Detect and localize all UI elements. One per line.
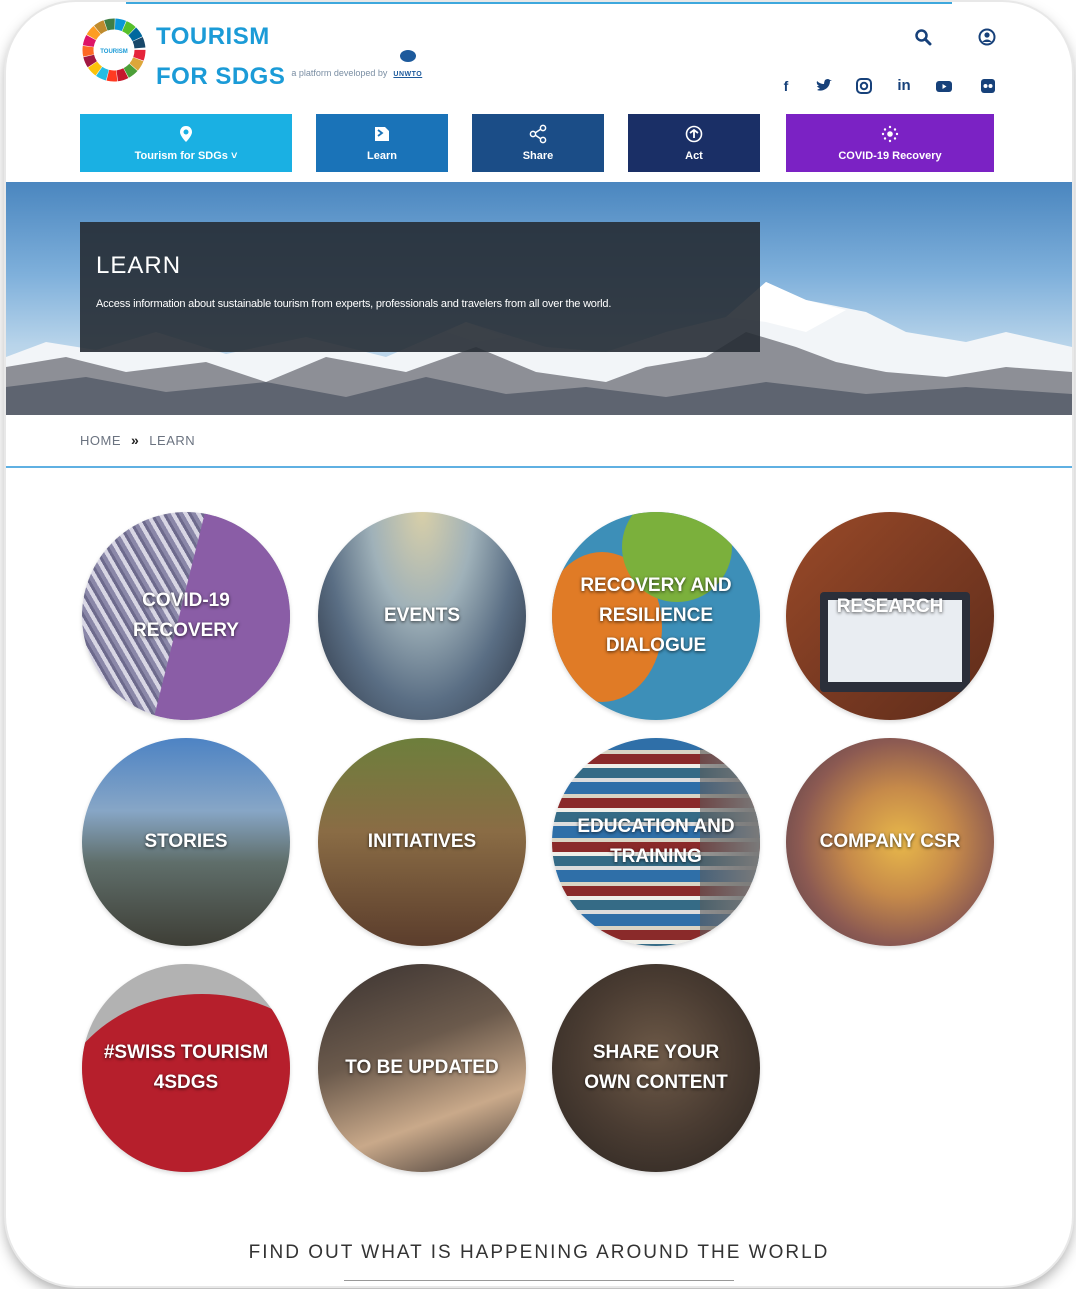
divider <box>344 1280 734 1281</box>
hero-subtitle: Access information about sustainable tou… <box>96 298 612 310</box>
top-accent-line <box>126 2 952 4</box>
breadcrumb-current: LEARN <box>149 432 196 448</box>
covid-icon <box>881 125 899 143</box>
brand-name[interactable]: TOURISM FOR SDGS a platform developed by… <box>156 24 422 90</box>
hero-banner: LEARN Access information about sustainab… <box>6 182 1072 415</box>
user-icon[interactable] <box>978 28 996 46</box>
tile-to-be-updated[interactable]: TO BE UPDATED <box>318 964 526 1172</box>
flickr-icon[interactable] <box>978 76 998 96</box>
unwto-label: UNWTO <box>393 71 423 78</box>
tile-label: SHARE YOUR OWN CONTENT <box>584 1042 728 1093</box>
nav-label: Share <box>522 150 554 162</box>
nav-label: Learn <box>367 150 397 162</box>
tile-label: STORIES <box>144 831 228 852</box>
twitter-icon[interactable] <box>814 76 834 96</box>
tile-label: EVENTS <box>383 605 461 626</box>
tile-label: #SWISS TOURISM 4SDGS <box>103 1042 269 1093</box>
globe-icon <box>399 50 416 62</box>
search-icon[interactable] <box>914 28 932 46</box>
tile-covid-19-recovery[interactable]: COVID-19 RECOVERY <box>82 512 290 720</box>
hero-info-box: LEARN Access information about sustainab… <box>80 222 760 352</box>
tile-share-your-own-content[interactable]: SHARE YOUR OWN CONTENT <box>552 964 760 1172</box>
logo-inner-text: TOURISM <box>100 49 128 55</box>
divider <box>6 466 1072 468</box>
nav-tourism-for-sdgs[interactable]: Tourism for SDGs ˅ <box>80 114 292 172</box>
section-heading: FIND OUT WHAT IS HAPPENING AROUND THE WO… <box>248 1242 830 1263</box>
brand-line-1: TOURISM <box>156 23 270 50</box>
tile-research[interactable]: RESEARCH <box>786 512 994 720</box>
share-icon <box>529 124 547 144</box>
tile-company-csr[interactable]: COMPANY CSR <box>786 738 994 946</box>
tile-label: INITIATIVES <box>367 831 477 852</box>
act-icon <box>685 125 703 143</box>
book-icon <box>375 127 389 141</box>
page-title: LEARN <box>96 252 182 279</box>
breadcrumb-separator-icon: » <box>131 432 140 448</box>
nav-learn[interactable]: Learn <box>316 114 448 172</box>
nav-share[interactable]: Share <box>472 114 604 172</box>
nav-label: Act <box>685 150 703 162</box>
location-pin-icon <box>180 126 192 142</box>
instagram-icon[interactable] <box>854 76 874 96</box>
tile-initiatives[interactable]: INITIATIVES <box>318 738 526 946</box>
brand-line-2: FOR SDGS <box>156 63 286 90</box>
nav-label: Tourism for SDGs ˅ <box>134 150 238 162</box>
tile-label: TO BE UPDATED <box>345 1057 499 1078</box>
tile-label: COVID-19 RECOVERY <box>133 590 239 641</box>
tile-events[interactable]: EVENTS <box>318 512 526 720</box>
facebook-icon[interactable]: f <box>776 76 796 96</box>
tile-education-and-training[interactable]: EDUCATION AND TRAINING <box>552 738 760 946</box>
nav-covid-19-recovery[interactable]: COVID-19 Recovery <box>786 114 994 172</box>
breadcrumb-home[interactable]: HOME <box>80 433 121 448</box>
breadcrumb: HOME » LEARN <box>80 432 195 448</box>
tile-label: RECOVERY AND RESILIENCE DIALOGUE <box>580 575 732 656</box>
tile-stories[interactable]: STORIES <box>82 738 290 946</box>
tile-recovery-and-resilience-dialogue[interactable]: RECOVERY AND RESILIENCE DIALOGUE <box>552 512 760 720</box>
youtube-icon[interactable] <box>934 76 954 96</box>
page-frame: TOURISM TOURISM FOR SDGS a platform deve… <box>6 2 1072 1286</box>
tile-label: COMPANY CSR <box>819 831 961 852</box>
tile-label: RESEARCH <box>836 596 944 617</box>
tile-label: EDUCATION AND TRAINING <box>577 816 735 867</box>
unwto-logo[interactable]: UNWTO <box>393 50 422 88</box>
sdg-wheel-logo[interactable]: TOURISM <box>80 16 148 84</box>
brand-tagline: a platform developed by <box>291 68 388 78</box>
tile-swiss-tourism-4sdgs[interactable]: #SWISS TOURISM 4SDGS <box>82 964 290 1172</box>
nav-label: COVID-19 Recovery <box>838 150 942 162</box>
nav-act[interactable]: Act <box>628 114 760 172</box>
linkedin-icon[interactable]: in <box>894 76 914 96</box>
